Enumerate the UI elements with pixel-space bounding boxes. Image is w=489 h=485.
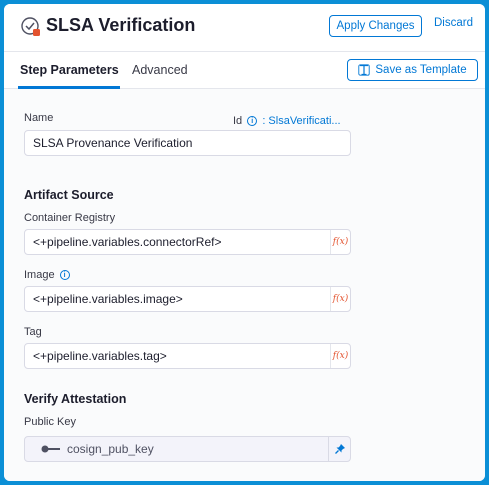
info-icon[interactable]: i (247, 116, 258, 126)
artifact-source-heading: Artifact Source (24, 188, 114, 202)
tag-input[interactable]: <+pipeline.variables.tag> f(x) (24, 343, 351, 369)
tab-step-parameters[interactable]: Step Parameters (20, 63, 119, 77)
id-label: Id (233, 115, 243, 127)
container-registry-label: Container Registry (24, 212, 116, 224)
verify-attestation-heading: Verify Attestation (24, 392, 127, 406)
public-key-value: cosign_pub_key (67, 442, 154, 456)
container-registry-value: <+pipeline.variables.connectorRef> (33, 235, 222, 249)
tag-label: Tag (24, 326, 42, 338)
apply-changes-button[interactable]: Apply Changes (329, 15, 422, 37)
id-value[interactable]: : SlsaVerificati... (262, 115, 340, 127)
id-field: Id i : SlsaVerificati... (233, 115, 341, 127)
image-input[interactable]: <+pipeline.variables.image> f(x) (24, 286, 351, 312)
pin-icon[interactable] (328, 437, 350, 461)
info-icon[interactable]: i (59, 270, 70, 280)
form-panel: Name Id i : SlsaVerificati... SLSA Prove… (7, 92, 482, 462)
name-label: Name (24, 112, 54, 124)
tabs-bar: Step Parameters Advanced Save as Templat… (4, 52, 485, 89)
tab-advanced[interactable]: Advanced (132, 63, 188, 77)
container-registry-input[interactable]: <+pipeline.variables.connectorRef> f(x) (24, 229, 351, 255)
save-as-template-label: Save as Template (375, 64, 467, 76)
form-content: Name Id i : SlsaVerificati... SLSA Prove… (4, 89, 485, 481)
step-config-panel: SLSA Verification Apply Changes Discard … (4, 4, 485, 481)
slsa-verification-icon (21, 17, 40, 36)
public-key-input[interactable]: cosign_pub_key (24, 436, 351, 462)
pin-glyph-icon (334, 444, 345, 454)
name-input-value: SLSA Provenance Verification (33, 136, 193, 150)
save-as-template-button[interactable]: Save as Template (347, 59, 478, 81)
page-title: SLSA Verification (46, 15, 196, 35)
discard-button[interactable]: Discard (434, 17, 473, 29)
fx-icon[interactable]: f(x) (330, 287, 350, 311)
name-input[interactable]: SLSA Provenance Verification (24, 130, 351, 156)
fx-icon[interactable]: f(x) (330, 344, 350, 368)
panel-header: SLSA Verification Apply Changes Discard (4, 4, 485, 52)
tag-value: <+pipeline.variables.tag> (33, 349, 167, 363)
image-value: <+pipeline.variables.image> (33, 292, 183, 306)
template-icon (358, 64, 371, 76)
fx-icon[interactable]: f(x) (330, 230, 350, 254)
key-icon (41, 445, 60, 453)
public-key-label: Public Key (24, 416, 76, 428)
image-label: Image (24, 269, 55, 281)
image-label-wrap: Image i (24, 269, 72, 281)
